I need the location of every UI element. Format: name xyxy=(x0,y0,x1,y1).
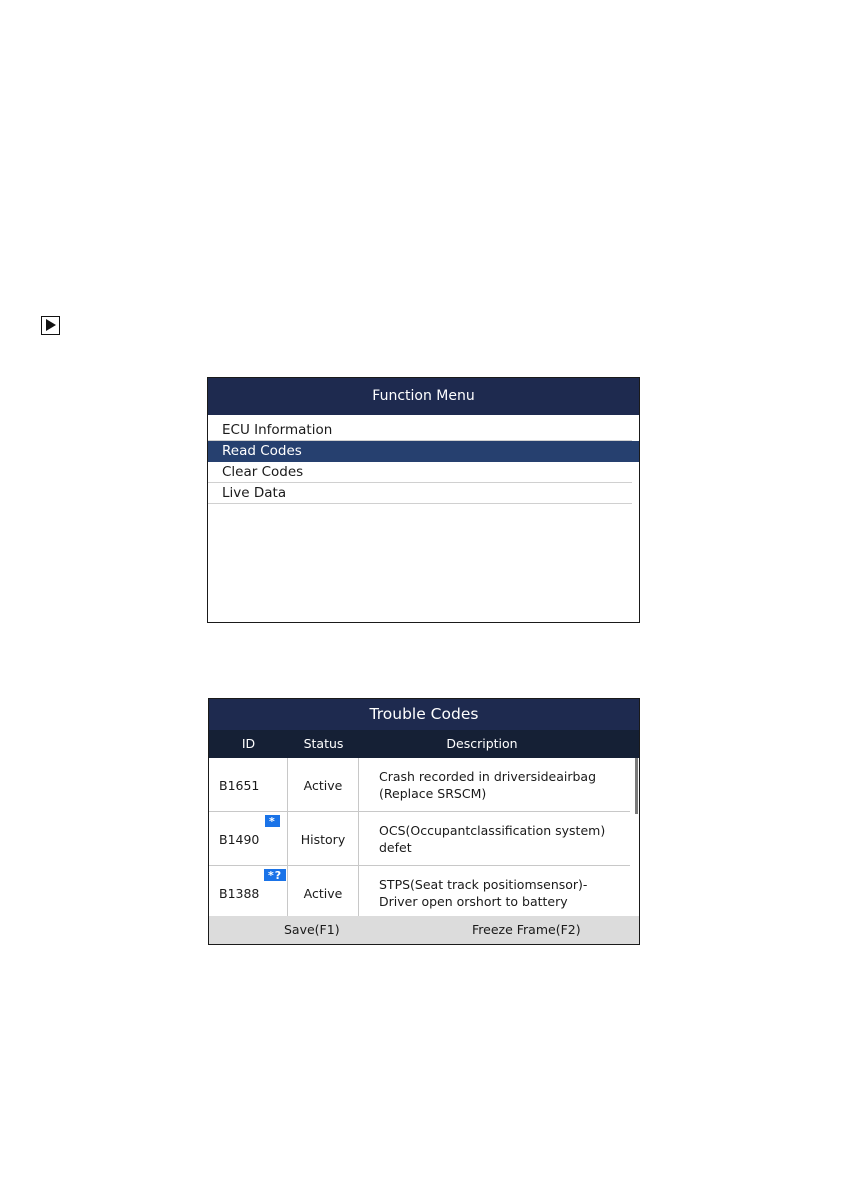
function-menu-title: Function Menu xyxy=(208,378,639,415)
code-id-cell: *? B1388 xyxy=(209,866,288,916)
function-menu-screen: Function Menu ECU Information Read Codes… xyxy=(207,377,640,623)
menu-item-live-data[interactable]: Live Data xyxy=(208,483,632,504)
save-button[interactable]: Save(F1) xyxy=(284,916,340,944)
code-id-cell: B1651 xyxy=(209,758,288,811)
description-line: OCS(Occupantclassification system) xyxy=(379,823,606,838)
trouble-codes-screen: Trouble Codes ID Status Description B165… xyxy=(208,698,640,945)
code-id: B1388 xyxy=(219,886,260,901)
menu-item-clear-codes[interactable]: Clear Codes xyxy=(208,462,632,483)
code-status: History xyxy=(288,812,359,865)
code-description: OCS(Occupantclassification system) defet xyxy=(379,822,626,856)
code-description: Crash recorded in driversideairbag (Repl… xyxy=(379,768,626,802)
trouble-code-list: B1651 Active Crash recorded in driversid… xyxy=(209,758,639,916)
function-key-bar: Save(F1) Freeze Frame(F2) xyxy=(209,916,639,944)
menu-item-read-codes[interactable]: Read Codes xyxy=(208,441,639,462)
play-icon xyxy=(41,316,60,335)
description-line: Crash recorded in driversideairbag xyxy=(379,769,597,784)
scrollbar[interactable] xyxy=(635,758,638,814)
function-menu-list: ECU Information Read Codes Clear Codes L… xyxy=(208,415,639,504)
menu-item-ecu-information[interactable]: ECU Information xyxy=(208,415,632,441)
code-description: STPS(Seat track positiomsensor)- Driver … xyxy=(379,876,626,910)
code-status: Active xyxy=(288,866,359,916)
freeze-frame-badge: * xyxy=(265,815,280,828)
description-line: defet xyxy=(379,840,412,855)
column-header-status: Status xyxy=(303,736,344,751)
table-row[interactable]: B1651 Active Crash recorded in driversid… xyxy=(209,758,630,812)
table-row[interactable]: *? B1388 Active STPS(Seat track positiom… xyxy=(209,866,630,916)
freeze-frame-button[interactable]: Freeze Frame(F2) xyxy=(472,916,581,944)
column-header-description: Description xyxy=(446,736,518,751)
column-header-id: ID xyxy=(241,736,256,751)
table-header: ID Status Description xyxy=(209,730,639,758)
trouble-codes-title: Trouble Codes xyxy=(209,699,639,730)
description-line: Driver open orshort to battery xyxy=(379,894,568,909)
code-id: B1490 xyxy=(219,832,260,847)
code-status: Active xyxy=(288,758,359,811)
freeze-frame-badge: *? xyxy=(264,869,287,882)
code-id-cell: * B1490 xyxy=(209,812,288,865)
description-line: STPS(Seat track positiomsensor)- xyxy=(379,877,588,892)
table-row[interactable]: * B1490 History OCS(Occupantclassificati… xyxy=(209,812,630,866)
description-line: (Replace SRSCM) xyxy=(379,786,487,801)
code-id: B1651 xyxy=(219,778,260,793)
